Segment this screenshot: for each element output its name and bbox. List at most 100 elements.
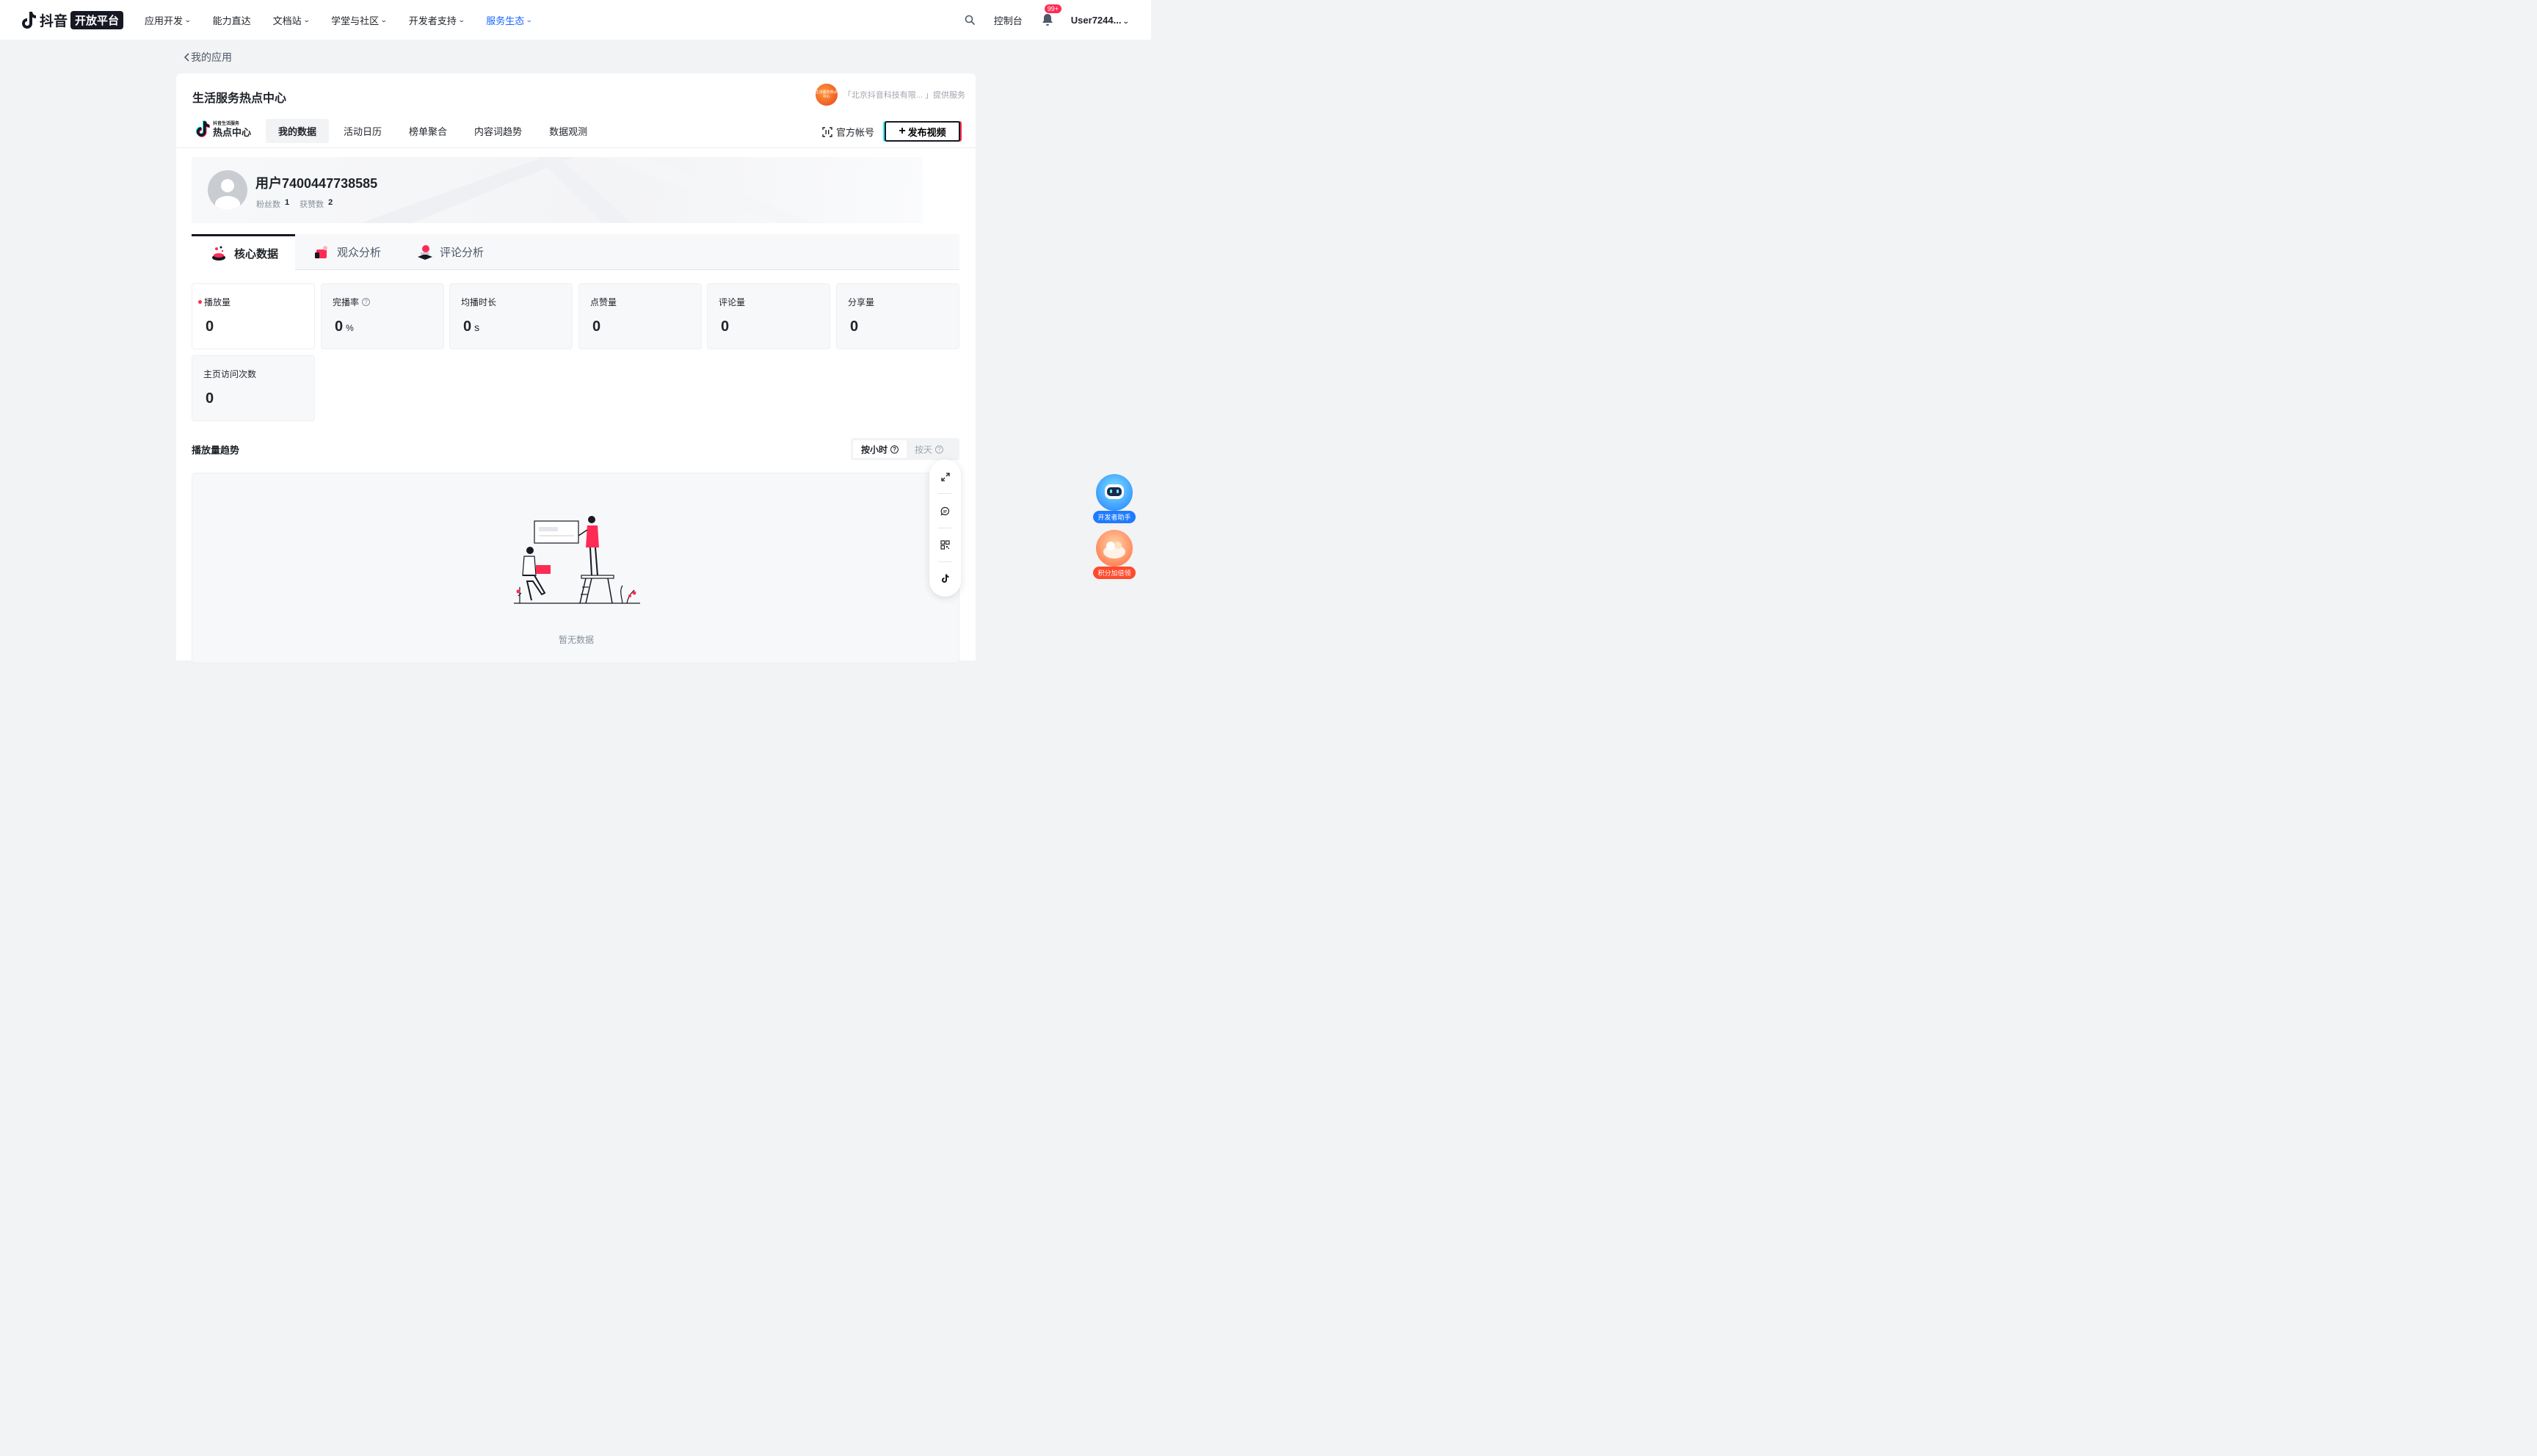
metric-value: 0: [592, 318, 601, 335]
nav-item-docs[interactable]: 文档站 ⌄: [272, 13, 311, 27]
tab-label: 核心数据: [234, 247, 279, 261]
tab-core-data[interactable]: 核心数据: [192, 234, 295, 270]
metric-value: 0: [850, 318, 859, 335]
qrcode-button[interactable]: [937, 537, 953, 553]
points-bonus-button[interactable]: 积分加倍领: [1092, 530, 1136, 579]
chat-bubble-icon: [940, 506, 950, 516]
nav-item-label: 服务生态: [486, 15, 525, 26]
metric-homepage-visits[interactable]: 主页访问次数 0: [192, 355, 315, 421]
official-account-button[interactable]: 官方帐号: [822, 125, 874, 139]
douyin-logo-icon: [22, 11, 36, 29]
toggle-by-day[interactable]: 按天?: [907, 440, 951, 458]
help-icon[interactable]: ?: [890, 445, 899, 454]
tab-audience-analysis[interactable]: 观众分析: [313, 234, 381, 270]
toggle-by-hour[interactable]: 按小时?: [853, 440, 907, 458]
empty-state-illustration: [514, 516, 640, 604]
toggle-label: 按天: [915, 444, 933, 455]
metric-plays[interactable]: 播放量 0: [192, 283, 315, 349]
metric-label: 主页访问次数: [203, 369, 257, 379]
chevron-down-icon: ⌄: [526, 15, 533, 23]
douyin-open-platform-logo[interactable]: 抖音 开放平台: [21, 10, 124, 30]
profile-banner: 用户7400447738585 粉丝数 1 获赞数 2: [192, 157, 923, 223]
tab-my-data[interactable]: 我的数据: [266, 119, 330, 143]
douyin-logo-icon: [942, 574, 949, 583]
back-link[interactable]: 我的应用: [184, 50, 232, 65]
nav-item-label: 学堂与社区: [331, 15, 380, 26]
expand-button[interactable]: [937, 469, 953, 484]
sub-tabs: 我的数据 活动日历 榜单聚合 内容词趋势 数据观测: [266, 119, 602, 143]
feedback-button[interactable]: [937, 503, 953, 519]
nav-item-label: 能力直达: [212, 15, 251, 26]
search-icon[interactable]: [965, 15, 975, 25]
nav-item-community[interactable]: 学堂与社区 ⌄: [331, 13, 388, 27]
metric-avg-duration[interactable]: 均播时长 0s: [449, 283, 573, 349]
robot-icon: [1096, 474, 1133, 511]
nav-item-label: 文档站: [272, 15, 302, 26]
metric-label: 播放量: [204, 297, 231, 307]
nav-item-app-dev[interactable]: 应用开发 ⌄: [145, 13, 192, 27]
analysis-tabs: 核心数据 观众分析 评论分析: [192, 234, 959, 270]
provider-logo: 生活服务热点中心: [815, 84, 838, 106]
expand-icon: [940, 472, 950, 481]
help-icon[interactable]: ?: [362, 298, 371, 306]
bell-icon: [1042, 14, 1053, 26]
likes-value: 2: [328, 198, 333, 207]
nav-item-service-ecosystem[interactable]: 服务生态 ⌄: [486, 13, 533, 27]
top-navigation: 抖音 开放平台 应用开发 ⌄ 能力直达 文档站 ⌄ 学堂与社区 ⌄ 开发者支持 ⌄ 服务…: [0, 0, 1151, 40]
notification-button[interactable]: 99+: [1042, 4, 1062, 26]
nav-item-label: 应用开发: [145, 15, 184, 26]
avatar: [208, 170, 247, 210]
metric-value: 0: [206, 390, 214, 407]
sub-navigation: 抖音生活服务 热点中心 我的数据 活动日历 榜单聚合 内容词趋势 数据观测 官方…: [176, 116, 976, 148]
nav-item-capabilities[interactable]: 能力直达: [213, 13, 251, 27]
help-icon[interactable]: ?: [935, 445, 944, 454]
nav-right-tools: 控制台 99+ User7244... ⌄: [965, 0, 1130, 40]
metric-label: 点赞量: [590, 297, 617, 307]
publish-video-label: 发布视频: [907, 126, 946, 138]
metric-value: 0: [206, 318, 214, 335]
plus-icon: +: [899, 125, 906, 137]
toggle-label: 按小时: [861, 444, 888, 455]
tab-activity-calendar[interactable]: 活动日历: [331, 119, 394, 143]
comment-analysis-icon: [418, 244, 432, 260]
console-link[interactable]: 控制台: [994, 13, 1023, 27]
logo-text: 抖音: [40, 14, 68, 29]
metric-shares[interactable]: 分享量 0: [836, 283, 959, 349]
service-provider: 生活服务热点中心 「北京抖音科技有限... 」提供服务: [815, 84, 965, 106]
chevron-down-icon: ⌄: [1122, 17, 1130, 25]
active-dot-icon: [198, 300, 202, 304]
user-name: User7244...: [1070, 14, 1122, 26]
metric-label: 分享量: [848, 297, 875, 307]
metric-completion-rate[interactable]: 完播率? 0%: [321, 283, 444, 349]
chevron-down-icon: ⌄: [184, 15, 192, 23]
main-card: 生活服务热点中心 生活服务热点中心 「北京抖音科技有限... 」提供服务 抖音生…: [176, 73, 976, 663]
metric-label: 均播时长: [461, 297, 497, 307]
tab-content-trends[interactable]: 内容词趋势: [462, 119, 534, 143]
douyin-app-button[interactable]: [937, 571, 953, 586]
main-menu: 应用开发 ⌄ 能力直达 文档站 ⌄ 学堂与社区 ⌄ 开发者支持 ⌄ 服务生态 ⌄: [145, 0, 554, 40]
robot-face-icon: [1105, 484, 1124, 499]
metric-value: 0: [335, 318, 344, 335]
tab-data-observation[interactable]: 数据观测: [537, 119, 600, 143]
trend-title: 播放量趋势: [192, 445, 240, 456]
tab-rankings[interactable]: 榜单聚合: [396, 119, 460, 143]
metric-likes[interactable]: 点赞量 0: [578, 283, 702, 349]
nav-item-dev-support[interactable]: 开发者支持 ⌄: [409, 13, 465, 27]
trend-chart-area: 暂无数据: [192, 473, 959, 663]
provider-text: 「北京抖音科技有限... 」提供服务: [843, 91, 965, 100]
metric-comments[interactable]: 评论量 0: [707, 283, 830, 349]
douyin-logo-icon: [195, 120, 210, 137]
tab-comment-analysis[interactable]: 评论分析: [416, 234, 484, 270]
user-menu[interactable]: User7244... ⌄: [1070, 14, 1130, 26]
user-avatar-icon: [215, 179, 240, 210]
likes-label: 获赞数: [300, 200, 324, 209]
nav-item-label: 开发者支持: [408, 15, 457, 26]
developer-assistant-button[interactable]: 开发者助手: [1092, 474, 1136, 523]
chevron-down-icon: ⌄: [302, 15, 311, 23]
notification-badge: 99+: [1044, 4, 1062, 13]
publish-video-button[interactable]: + 发布视频: [885, 121, 960, 142]
profile-stats: 粉丝数 1 获赞数 2: [256, 198, 343, 210]
audience-icon: [315, 245, 327, 258]
brand-subtitle: 抖音生活服务: [213, 121, 240, 126]
page-title: 生活服务热点中心: [192, 92, 287, 105]
